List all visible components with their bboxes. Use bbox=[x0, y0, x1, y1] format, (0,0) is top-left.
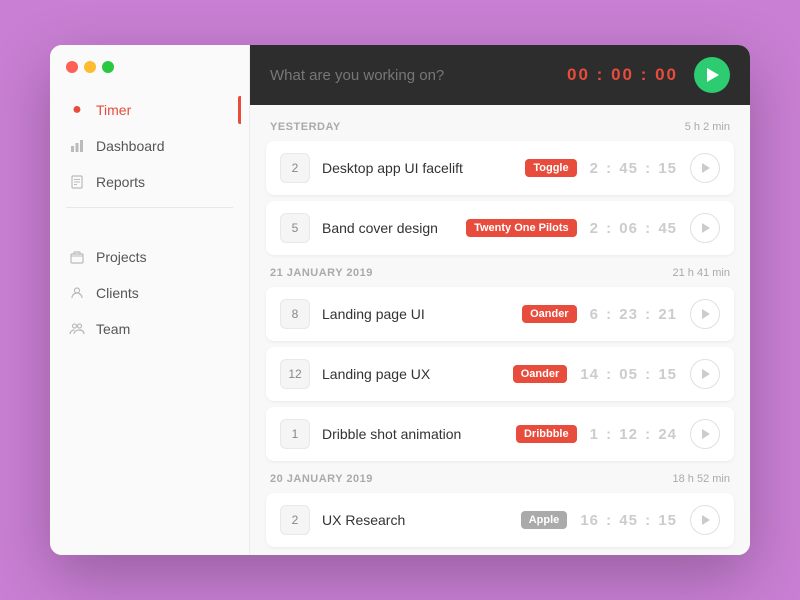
main-content: 00 : 00 : 00 YESTERDAY 5 h 2 min 2 Deskt… bbox=[250, 45, 750, 555]
date-group-header-jan21: 21 JANUARY 2019 21 h 41 min bbox=[266, 267, 734, 279]
task-input[interactable] bbox=[270, 67, 567, 84]
entry-title: Band cover design bbox=[322, 220, 454, 236]
date-group-header-jan20: 20 JANUARY 2019 18 h 52 min bbox=[266, 473, 734, 485]
date-total-yesterday: 5 h 2 min bbox=[685, 121, 730, 133]
traffic-lights bbox=[50, 61, 249, 93]
sidebar-nav-primary: ● Timer Dashboard bbox=[50, 93, 249, 199]
minimize-button[interactable] bbox=[84, 61, 96, 73]
table-row: 8 Landing page UI Oander 6 : 23 : 21 bbox=[266, 287, 734, 341]
entry-tag[interactable]: Toggle bbox=[525, 159, 576, 177]
entry-play-button[interactable] bbox=[690, 153, 720, 183]
sidebar-label-dashboard: Dashboard bbox=[96, 138, 165, 154]
sidebar-label-timer: Timer bbox=[96, 102, 131, 118]
entry-time: 16 : 45 : 15 bbox=[579, 512, 678, 529]
header-bar: 00 : 00 : 00 bbox=[250, 45, 750, 105]
date-label-yesterday: YESTERDAY bbox=[270, 121, 341, 133]
entry-title: UX Research bbox=[322, 512, 509, 528]
table-row: 2 UX Research Apple 16 : 45 : 15 bbox=[266, 493, 734, 547]
entry-number: 2 bbox=[280, 153, 310, 183]
entry-number: 12 bbox=[280, 359, 310, 389]
entry-time: 2 : 45 : 15 bbox=[589, 160, 678, 177]
sidebar-item-timer[interactable]: ● Timer bbox=[58, 93, 241, 127]
clients-icon bbox=[68, 284, 86, 302]
table-row: 5 Band cover design Twenty One Pilots 2 … bbox=[266, 201, 734, 255]
entry-time: 2 : 06 : 45 bbox=[589, 220, 678, 237]
date-total-jan20: 18 h 52 min bbox=[673, 473, 730, 485]
entry-play-button[interactable] bbox=[690, 299, 720, 329]
date-label-jan20: 20 JANUARY 2019 bbox=[270, 473, 373, 485]
table-row: 12 Landing page UX Oander 14 : 05 : 15 bbox=[266, 347, 734, 401]
sidebar-item-dashboard[interactable]: Dashboard bbox=[58, 129, 241, 163]
maximize-button[interactable] bbox=[102, 61, 114, 73]
date-total-jan21: 21 h 41 min bbox=[673, 267, 730, 279]
reports-icon bbox=[68, 173, 86, 191]
sidebar-item-clients[interactable]: Clients bbox=[58, 276, 241, 310]
app-window: ● Timer Dashboard bbox=[50, 45, 750, 555]
entry-time: 14 : 05 : 15 bbox=[579, 366, 678, 383]
dashboard-icon bbox=[68, 137, 86, 155]
entry-tag[interactable]: Apple bbox=[521, 511, 568, 529]
sidebar-divider bbox=[66, 207, 233, 208]
entry-tag[interactable]: Oander bbox=[513, 365, 568, 383]
sidebar-item-projects[interactable]: Projects bbox=[58, 240, 241, 274]
projects-icon bbox=[68, 248, 86, 266]
entry-tag[interactable]: Twenty One Pilots bbox=[466, 219, 577, 237]
entry-number: 8 bbox=[280, 299, 310, 329]
entry-title: Landing page UI bbox=[322, 306, 510, 322]
entry-play-button[interactable] bbox=[690, 419, 720, 449]
entry-number: 2 bbox=[280, 505, 310, 535]
sidebar-label-reports: Reports bbox=[96, 174, 145, 190]
timer-icon: ● bbox=[68, 101, 86, 119]
date-group-header-yesterday: YESTERDAY 5 h 2 min bbox=[266, 121, 734, 133]
entry-play-button[interactable] bbox=[690, 213, 720, 243]
date-group-jan21: 21 JANUARY 2019 21 h 41 min 8 Landing pa… bbox=[266, 267, 734, 461]
sidebar-item-reports[interactable]: Reports bbox=[58, 165, 241, 199]
entry-time: 6 : 23 : 21 bbox=[589, 306, 678, 323]
sidebar-nav-secondary: Projects Clients bbox=[50, 232, 249, 346]
close-button[interactable] bbox=[66, 61, 78, 73]
entry-tag[interactable]: Dribbble bbox=[516, 425, 577, 443]
start-timer-button[interactable] bbox=[694, 57, 730, 93]
date-label-jan21: 21 JANUARY 2019 bbox=[270, 267, 373, 279]
entries-list: YESTERDAY 5 h 2 min 2 Desktop app UI fac… bbox=[250, 105, 750, 555]
entry-play-button[interactable] bbox=[690, 359, 720, 389]
entry-title: Dribble shot animation bbox=[322, 426, 504, 442]
entry-play-button[interactable] bbox=[690, 505, 720, 535]
table-row: 2 Desktop app UI facelift Toggle 2 : 45 … bbox=[266, 141, 734, 195]
sidebar-item-team[interactable]: Team bbox=[58, 312, 241, 346]
entry-tag[interactable]: Oander bbox=[522, 305, 577, 323]
timer-display: 00 : 00 : 00 bbox=[567, 65, 678, 85]
table-row: 1 Dribble shot animation Dribbble 1 : 12… bbox=[266, 407, 734, 461]
sidebar-label-team: Team bbox=[96, 321, 130, 337]
entry-title: Landing page UX bbox=[322, 366, 501, 382]
team-icon bbox=[68, 320, 86, 338]
date-group-jan20: 20 JANUARY 2019 18 h 52 min 2 UX Researc… bbox=[266, 473, 734, 547]
sidebar: ● Timer Dashboard bbox=[50, 45, 250, 555]
sidebar-label-clients: Clients bbox=[96, 285, 139, 301]
date-group-yesterday: YESTERDAY 5 h 2 min 2 Desktop app UI fac… bbox=[266, 121, 734, 255]
entry-title: Desktop app UI facelift bbox=[322, 160, 513, 176]
entry-number: 1 bbox=[280, 419, 310, 449]
entry-number: 5 bbox=[280, 213, 310, 243]
sidebar-label-projects: Projects bbox=[96, 249, 147, 265]
entry-time: 1 : 12 : 24 bbox=[589, 426, 678, 443]
